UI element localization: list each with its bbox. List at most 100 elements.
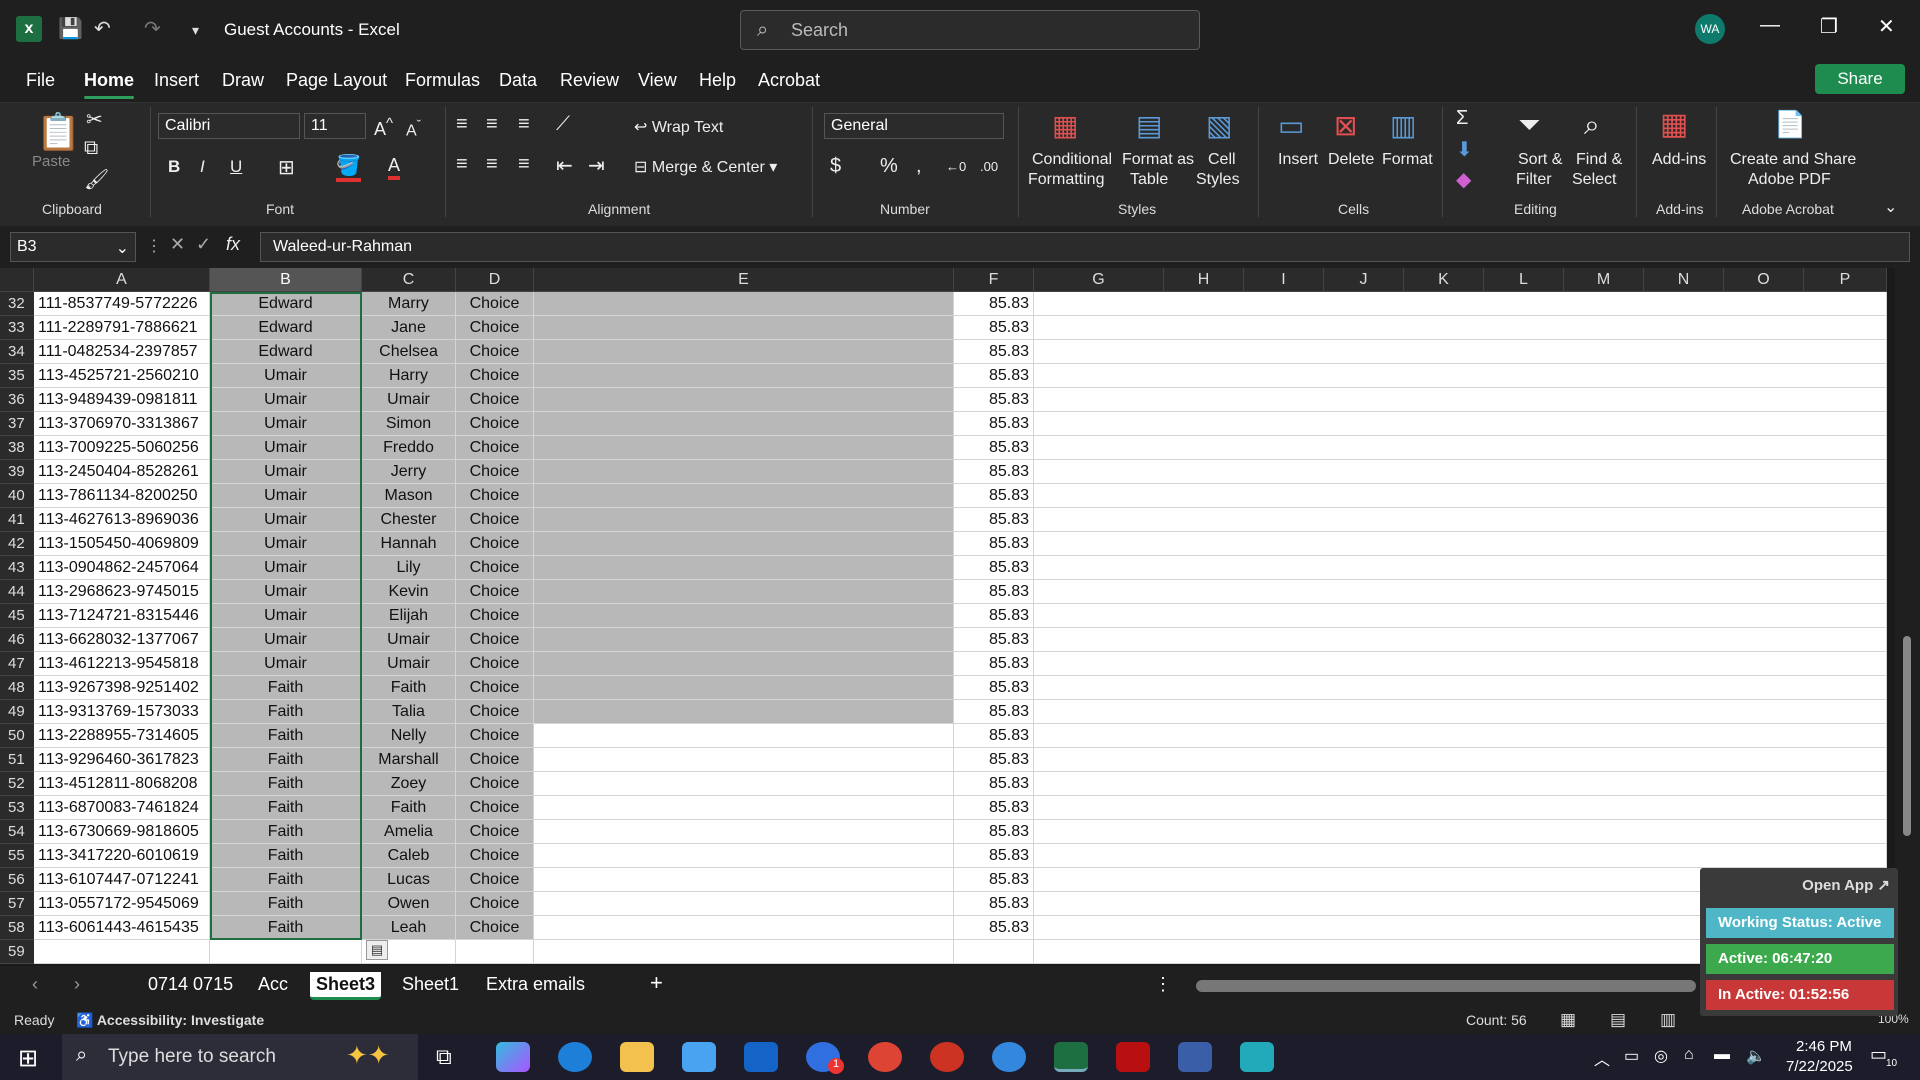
- share-button[interactable]: Share: [1815, 64, 1905, 94]
- cell-empty[interactable]: [534, 892, 954, 916]
- cell-order-id[interactable]: 113-7124721-8315446: [34, 604, 210, 628]
- customize-qat-icon[interactable]: ▾: [192, 22, 199, 39]
- tab-page-layout[interactable]: Page Layout: [286, 70, 387, 91]
- cell-empty[interactable]: [534, 388, 954, 412]
- open-app-link[interactable]: Open App ↗: [1802, 876, 1890, 894]
- align-bottom-icon[interactable]: ≡: [518, 113, 530, 136]
- horizontal-scrollbar[interactable]: [1196, 980, 1696, 992]
- format-as-table-icon[interactable]: ▤: [1136, 109, 1162, 142]
- find-select-label2[interactable]: Select: [1572, 171, 1616, 189]
- cell-empty-range[interactable]: [1034, 436, 1887, 460]
- cell-guest[interactable]: Umair: [210, 460, 362, 484]
- cell-guest[interactable]: Faith: [210, 844, 362, 868]
- cell-name[interactable]: Mason: [362, 484, 456, 508]
- cell-type[interactable]: Choice: [456, 772, 534, 796]
- cell-type[interactable]: Choice: [456, 844, 534, 868]
- cell-guest[interactable]: Edward: [210, 340, 362, 364]
- percent-icon[interactable]: %: [880, 155, 898, 178]
- tab-draw[interactable]: Draw: [222, 70, 264, 91]
- sort-filter-icon[interactable]: ⏷: [1518, 109, 1540, 142]
- cell-name[interactable]: Marshall: [362, 748, 456, 772]
- cell-guest[interactable]: Umair: [210, 556, 362, 580]
- chrome-icon[interactable]: [868, 1042, 902, 1072]
- cell-empty-range[interactable]: [1034, 724, 1887, 748]
- cell-type[interactable]: Choice: [456, 724, 534, 748]
- cell-empty[interactable]: [534, 340, 954, 364]
- cell-empty[interactable]: [534, 460, 954, 484]
- restore-icon[interactable]: ❐: [1820, 14, 1838, 39]
- excel-taskbar-icon[interactable]: [1054, 1042, 1088, 1072]
- column-header-o[interactable]: O: [1724, 268, 1804, 292]
- tab-view[interactable]: View: [638, 70, 677, 91]
- more-icon[interactable]: ⋮: [146, 236, 162, 256]
- bold-icon[interactable]: B: [168, 157, 180, 177]
- add-ins-label[interactable]: Add-ins: [1652, 151, 1706, 169]
- cell-order-id[interactable]: 111-2289791-7886621: [34, 316, 210, 340]
- cell-type[interactable]: Choice: [456, 676, 534, 700]
- cell-amount[interactable]: 85.83: [954, 892, 1034, 916]
- merge-center-button[interactable]: ⊟ Merge & Center ▾: [634, 157, 777, 177]
- column-header-g[interactable]: G: [1034, 268, 1164, 292]
- cell-empty-range[interactable]: [1034, 508, 1887, 532]
- tray-chevron-icon[interactable]: ︿: [1594, 1046, 1610, 1070]
- cell-order-id[interactable]: 113-4627613-8969036: [34, 508, 210, 532]
- cell-type[interactable]: [456, 940, 534, 964]
- cell-empty[interactable]: [534, 796, 954, 820]
- format-as-table-label[interactable]: Format as: [1122, 151, 1194, 169]
- undo-icon[interactable]: ↶: [94, 16, 111, 41]
- cell-empty[interactable]: [534, 484, 954, 508]
- row-header[interactable]: 51: [0, 748, 34, 772]
- cell-type[interactable]: Choice: [456, 340, 534, 364]
- cell-guest[interactable]: Umair: [210, 436, 362, 460]
- page-break-view-icon[interactable]: ▥: [1660, 1010, 1676, 1030]
- clock-date[interactable]: 7/22/2025: [1786, 1058, 1853, 1075]
- cell-amount[interactable]: 85.83: [954, 652, 1034, 676]
- cell-empty-range[interactable]: [1034, 700, 1887, 724]
- row-header[interactable]: 46: [0, 628, 34, 652]
- cell-amount[interactable]: 85.83: [954, 316, 1034, 340]
- search-input[interactable]: ⌕ Search: [740, 10, 1200, 50]
- filezilla-icon[interactable]: [1116, 1042, 1150, 1072]
- row-header[interactable]: 42: [0, 532, 34, 556]
- cell-empty[interactable]: [534, 556, 954, 580]
- find-select-label[interactable]: Find &: [1576, 151, 1622, 169]
- row-header[interactable]: 33: [0, 316, 34, 340]
- copy-icon[interactable]: ⧉: [84, 137, 98, 160]
- cell-name[interactable]: Jane: [362, 316, 456, 340]
- windows-start-icon[interactable]: ⊞: [18, 1044, 38, 1073]
- redo-icon[interactable]: ↷: [144, 16, 161, 41]
- cell-empty-range[interactable]: [1034, 340, 1887, 364]
- cell-empty-range[interactable]: [1034, 556, 1887, 580]
- select-all-corner[interactable]: [0, 268, 34, 292]
- cell-name[interactable]: Umair: [362, 652, 456, 676]
- cell-type[interactable]: Choice: [456, 652, 534, 676]
- cell-order-id[interactable]: 113-9489439-0981811: [34, 388, 210, 412]
- cell-empty-range[interactable]: [1034, 796, 1887, 820]
- column-header-j[interactable]: J: [1324, 268, 1404, 292]
- cell-empty[interactable]: [534, 364, 954, 388]
- cell-name[interactable]: Umair: [362, 388, 456, 412]
- row-header[interactable]: 53: [0, 796, 34, 820]
- tab-formulas[interactable]: Formulas: [405, 70, 480, 91]
- cell-guest[interactable]: Umair: [210, 364, 362, 388]
- tray-display-icon[interactable]: ▭: [1624, 1046, 1639, 1066]
- align-left-icon[interactable]: ≡: [456, 153, 468, 176]
- cell-type[interactable]: Choice: [456, 364, 534, 388]
- save-icon[interactable]: 💾: [58, 16, 83, 41]
- cell-order-id[interactable]: 113-9313769-1573033: [34, 700, 210, 724]
- cell-name[interactable]: Kevin: [362, 580, 456, 604]
- font-name-dropdown[interactable]: Calibri: [158, 113, 300, 139]
- cell-empty-range[interactable]: [1034, 820, 1887, 844]
- cell-empty[interactable]: [534, 316, 954, 340]
- cell-guest[interactable]: Faith: [210, 676, 362, 700]
- format-painter-icon[interactable]: 🖌: [84, 167, 109, 192]
- cell-guest[interactable]: Faith: [210, 868, 362, 892]
- cell-amount[interactable]: 85.83: [954, 412, 1034, 436]
- cell-amount[interactable]: 85.83: [954, 700, 1034, 724]
- cell-empty-range[interactable]: [1034, 772, 1887, 796]
- sort-filter-label[interactable]: Sort &: [1518, 151, 1562, 169]
- column-header-e[interactable]: E: [534, 268, 954, 292]
- cell-type[interactable]: Choice: [456, 388, 534, 412]
- cell-guest[interactable]: Faith: [210, 748, 362, 772]
- cell-order-id[interactable]: 111-0482534-2397857: [34, 340, 210, 364]
